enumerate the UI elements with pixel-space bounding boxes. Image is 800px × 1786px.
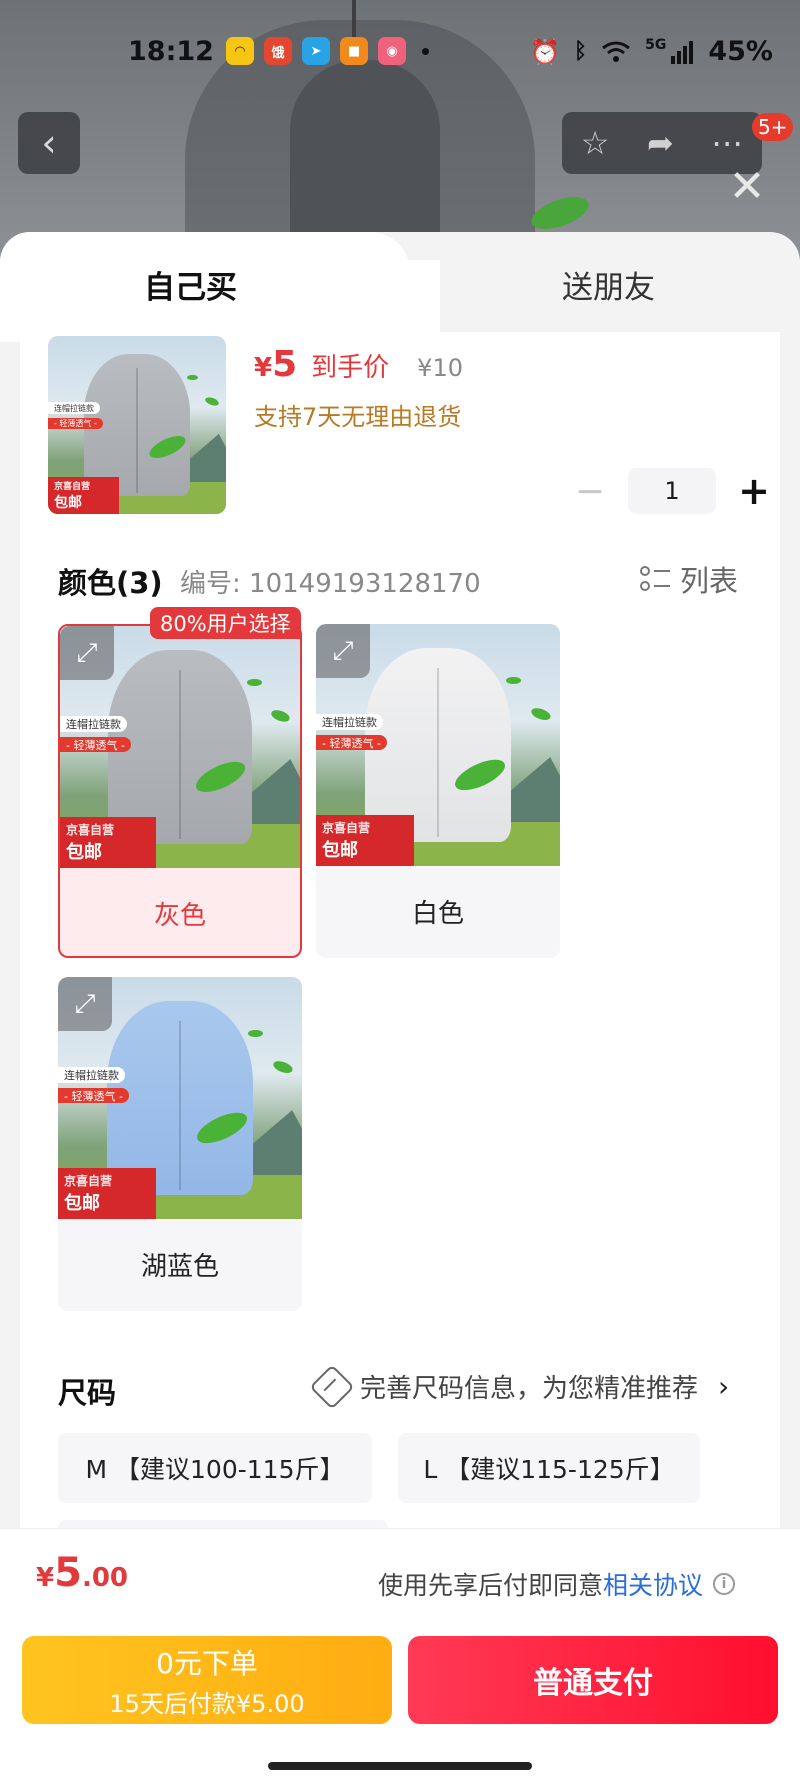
seal-bottom: 包邮 bbox=[64, 1193, 100, 1215]
image-tag-light: - 轻薄透气 - bbox=[58, 1088, 129, 1103]
color-name: 灰色 bbox=[153, 900, 206, 931]
seal-top: 京喜自营 bbox=[54, 481, 91, 492]
ruler-icon bbox=[309, 1363, 355, 1410]
color-option-lake-blue[interactable]: 连帽拉链款 - 轻薄透气 - 京喜自营包邮 ⤢ 湖蓝色 bbox=[58, 977, 302, 1311]
size-option-l[interactable]: L 【建议115-125斤】 bbox=[398, 1433, 700, 1503]
size-guide-text: 完善尺码信息，为您精准推荐 bbox=[360, 1374, 699, 1404]
list-icon bbox=[640, 564, 670, 594]
share-icon: ➦ bbox=[646, 124, 674, 162]
info-icon[interactable]: i bbox=[713, 1573, 736, 1595]
total-price: ¥ 5 .00 bbox=[36, 1550, 128, 1596]
color-option-white[interactable]: 连帽拉链款 - 轻薄透气 - 京喜自营包邮 ⤢ 白色 bbox=[316, 624, 560, 958]
app-icon-yellow: ◠ bbox=[226, 37, 254, 65]
tab-send-friend[interactable]: 送朋友 bbox=[562, 262, 655, 307]
signal-icon bbox=[671, 40, 694, 64]
chevron-right-icon: › bbox=[718, 1370, 730, 1403]
jd-seal: 京喜自营 包邮 bbox=[48, 476, 120, 514]
message-badge: 5+ bbox=[752, 113, 794, 141]
battery-level: 45% bbox=[708, 36, 773, 67]
normal-pay-button[interactable]: 普通支付 bbox=[408, 1636, 778, 1724]
image-tag-feature: 连帽拉链款 bbox=[316, 713, 383, 731]
increase-button[interactable]: + bbox=[734, 469, 774, 513]
image-tag-light: - 轻薄透气 - bbox=[48, 417, 103, 429]
system-icons: ⏰ ᛒ 5G 45% bbox=[530, 36, 773, 67]
return-policy: 支持7天无理由退货 bbox=[254, 403, 462, 431]
star-icon: ☆ bbox=[580, 124, 610, 162]
original-price: ¥10 bbox=[417, 354, 463, 382]
seal-top: 京喜自营 bbox=[322, 821, 371, 836]
agreement-link[interactable]: 相关协议 bbox=[603, 1566, 703, 1602]
product-image: 连帽拉链款 - 轻薄透气 - 京喜自营包邮 bbox=[48, 336, 226, 514]
popular-choice-badge: 80%用户选择 bbox=[150, 607, 301, 639]
color-section-title: 颜色(3) bbox=[58, 566, 163, 600]
color-option-gray[interactable]: 连帽拉链款 - 轻薄透气 - 京喜自营包邮 ⤢ 灰色 bbox=[58, 624, 302, 958]
seal-bottom: 包邮 bbox=[66, 842, 102, 864]
quantity-stepper: − 1 + bbox=[570, 468, 774, 514]
size-option-m[interactable]: M 【建议100-115斤】 bbox=[58, 1433, 372, 1503]
expand-icon[interactable]: ⤢ bbox=[316, 624, 370, 678]
tab-buy-self[interactable]: 自己买 bbox=[144, 262, 237, 307]
wifi-icon bbox=[602, 41, 631, 62]
expand-icon[interactable]: ⤢ bbox=[60, 626, 114, 680]
image-tag-feature: 连帽拉链款 bbox=[58, 1066, 125, 1084]
jd-seal: 京喜自营 包邮 bbox=[58, 1168, 156, 1219]
size-section-title: 尺码 bbox=[58, 1376, 117, 1410]
item-code: 编号: 10149193128170 bbox=[180, 569, 481, 599]
back-button[interactable]: ‹ bbox=[18, 112, 80, 174]
more-notifications-dot bbox=[422, 47, 429, 55]
final-price: ¥5 bbox=[254, 344, 297, 385]
size-guide-link[interactable]: 完善尺码信息，为您精准推荐 › bbox=[309, 1363, 730, 1410]
price-row: ¥5 到手价 ¥10 bbox=[254, 344, 463, 385]
bnpl-label: 0元下单 bbox=[156, 1646, 258, 1680]
notification-icons: ◠ 饿 ➤ ■ ◉ bbox=[226, 37, 429, 65]
image-tag-feature: 连帽拉链款 bbox=[60, 715, 127, 733]
price-value: 5 bbox=[272, 344, 298, 385]
jd-seal: 京喜自营 包邮 bbox=[316, 815, 414, 866]
color-name: 白色 bbox=[411, 898, 464, 929]
status-time: 18:12 bbox=[128, 36, 214, 67]
jd-seal: 京喜自营 包邮 bbox=[60, 817, 156, 868]
chevron-left-icon: ‹ bbox=[41, 121, 57, 165]
alarm-icon: ⏰ bbox=[530, 37, 560, 66]
seal-top: 京喜自营 bbox=[66, 823, 115, 838]
total-symbol: ¥ bbox=[36, 1563, 55, 1593]
agreement-prefix: 使用先享后付即同意 bbox=[378, 1571, 604, 1600]
total-integer: 5 bbox=[54, 1550, 82, 1596]
app-icon-orange: ■ bbox=[340, 37, 368, 65]
color-name: 湖蓝色 bbox=[140, 1251, 219, 1282]
seal-bottom: 包邮 bbox=[54, 494, 82, 511]
home-indicator[interactable] bbox=[268, 1762, 532, 1770]
close-sheet-button[interactable]: ✕ bbox=[726, 165, 768, 209]
seal-top: 京喜自营 bbox=[64, 1174, 113, 1189]
bluetooth-icon: ᛒ bbox=[573, 39, 588, 64]
favorite-button[interactable]: ☆ bbox=[581, 124, 610, 162]
expand-icon[interactable]: ⤢ bbox=[58, 977, 112, 1031]
buy-now-pay-later-button[interactable]: 0元下单 15天后付款¥5.00 bbox=[22, 1636, 392, 1724]
list-toggle-label: 列表 bbox=[680, 564, 739, 598]
app-icon-pink: ◉ bbox=[378, 37, 406, 65]
price-symbol: ¥ bbox=[254, 353, 273, 383]
product-thumbnail[interactable]: 连帽拉链款 - 轻薄透气 - 京喜自营包邮 bbox=[48, 336, 226, 514]
list-view-toggle[interactable]: 列表 bbox=[640, 558, 738, 600]
close-icon: ✕ bbox=[728, 161, 766, 212]
more-icon: ⋯ bbox=[711, 124, 744, 162]
status-bar: 18:12 ◠ 饿 ➤ ■ ◉ ⏰ ᛒ 5G 45% bbox=[0, 0, 800, 100]
image-tag-light: - 轻薄透气 - bbox=[60, 737, 131, 752]
app-icon-red: 饿 bbox=[264, 37, 292, 65]
decrease-button[interactable]: − bbox=[570, 471, 610, 512]
telegram-icon: ➤ bbox=[302, 37, 330, 65]
image-tag-feature: 连帽拉链款 bbox=[48, 401, 100, 415]
share-button[interactable]: ➦ bbox=[647, 124, 674, 162]
agreement-notice: 使用先享后付即同意 相关协议 i bbox=[378, 1566, 736, 1602]
seal-bottom: 包邮 bbox=[322, 840, 358, 862]
more-button[interactable]: ⋯ bbox=[711, 124, 743, 162]
total-decimal: .00 bbox=[81, 1563, 128, 1593]
price-label: 到手价 bbox=[311, 353, 390, 383]
quantity-input[interactable]: 1 bbox=[628, 468, 716, 514]
network-type: 5G bbox=[645, 36, 667, 53]
bnpl-sublabel: 15天后付款¥5.00 bbox=[109, 1689, 305, 1718]
image-tag-light: - 轻薄透气 - bbox=[316, 735, 387, 750]
